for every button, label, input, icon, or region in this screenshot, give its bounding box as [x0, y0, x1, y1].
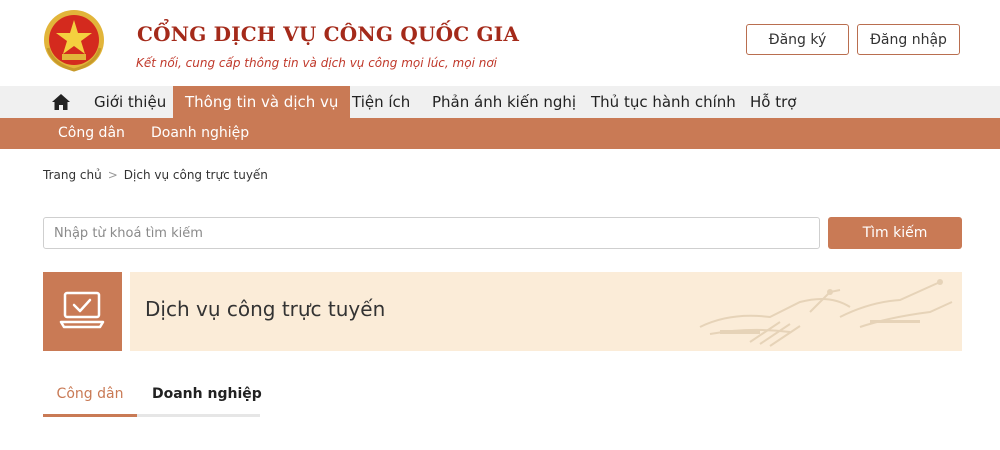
sub-nav: Công dân Doanh nghiệp: [0, 118, 1000, 149]
search-button[interactable]: Tìm kiếm: [828, 217, 962, 249]
nav-item-gioi-thieu[interactable]: Giới thiệu: [94, 86, 166, 118]
site-slogan: Kết nối, cung cấp thông tin và dịch vụ c…: [136, 56, 497, 70]
nav-item-ho-tro[interactable]: Hỗ trợ: [750, 86, 796, 118]
laptop-check-icon: [59, 291, 105, 329]
banner: Dịch vụ công trực tuyến: [130, 272, 962, 351]
main-nav: Giới thiệu Thông tin và dịch vụ Tiện ích…: [0, 86, 1000, 118]
nav-item-thong-tin-dich-vu[interactable]: Thông tin và dịch vụ: [173, 86, 351, 118]
register-button[interactable]: Đăng ký: [746, 24, 849, 55]
breadcrumb-separator: >: [107, 168, 118, 182]
home-icon[interactable]: [51, 93, 71, 111]
active-tab-indicator: [43, 414, 137, 417]
nav-item-tien-ich[interactable]: Tiện ích: [352, 86, 410, 118]
banner-icon-box: [43, 272, 122, 351]
sub-nav-cong-dan[interactable]: Công dân: [58, 118, 125, 149]
breadcrumb-home-link[interactable]: Trang chủ: [43, 168, 102, 182]
tab-cong-dan[interactable]: Công dân: [43, 386, 137, 417]
sub-nav-doanh-nghiep[interactable]: Doanh nghiệp: [151, 118, 249, 149]
banner-title: Dịch vụ công trực tuyến: [145, 297, 386, 321]
tab-doanh-nghiep[interactable]: Doanh nghiệp: [152, 386, 262, 417]
audience-tabs: Công dân Doanh nghiệp: [43, 380, 262, 418]
breadcrumb: Trang chủ > Dịch vụ công trực tuyến: [43, 168, 268, 182]
search-input[interactable]: [43, 217, 820, 249]
login-button[interactable]: Đăng nhập: [857, 24, 960, 55]
national-emblem-icon[interactable]: [42, 8, 106, 72]
site-title[interactable]: CỔNG DỊCH VỤ CÔNG QUỐC GIA: [137, 22, 519, 46]
breadcrumb-current: Dịch vụ công trực tuyến: [123, 168, 268, 182]
nav-item-thu-tuc-hanh-chinh[interactable]: Thủ tục hành chính: [591, 86, 736, 118]
nav-item-phan-anh-kien-nghi[interactable]: Phản ánh kiến nghị: [432, 86, 576, 118]
site-header: CỔNG DỊCH VỤ CÔNG QUỐC GIA Kết nối, cung…: [0, 0, 1000, 86]
bronze-drum-bird-decoration-icon: [699, 279, 953, 347]
